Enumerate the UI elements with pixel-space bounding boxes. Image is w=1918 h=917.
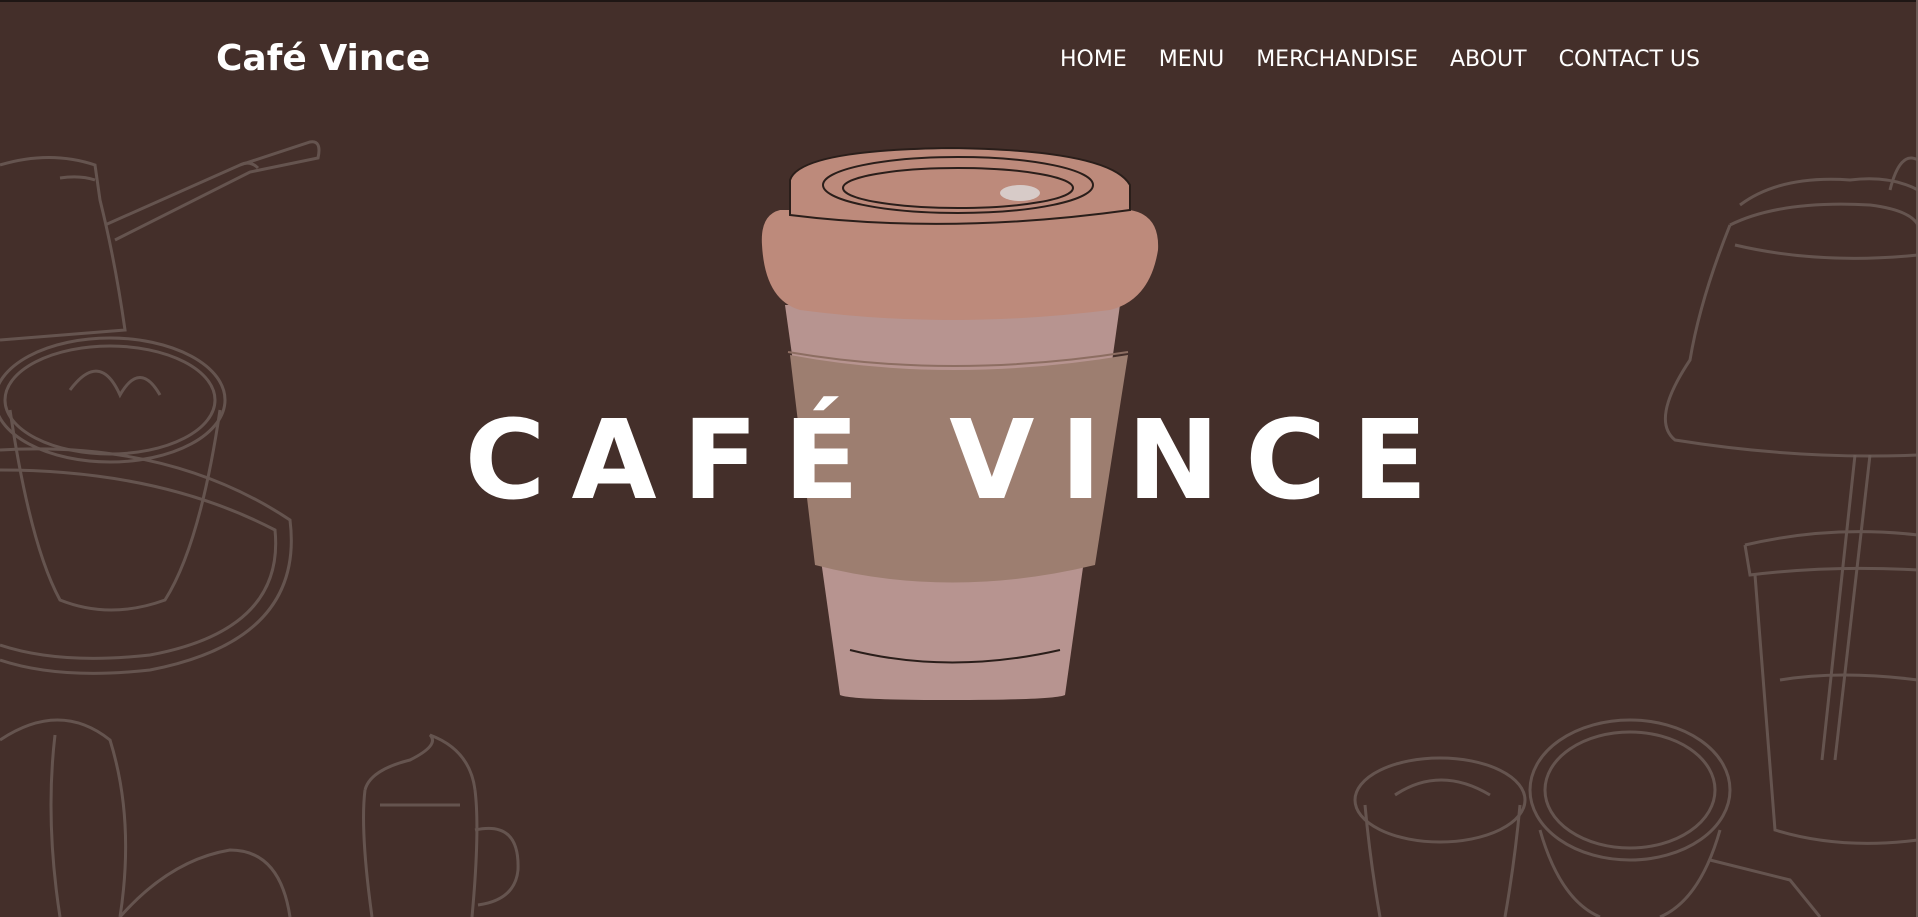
nav-item-home[interactable]: HOME — [1060, 47, 1127, 72]
coffee-cup-sketch-icon — [1353, 718, 1822, 917]
nav-item-contact-us[interactable]: CONTACT US — [1559, 47, 1700, 72]
hero-title: CAFÉ VINCE — [464, 396, 1454, 524]
nav-item-menu[interactable]: MENU — [1159, 47, 1224, 72]
nav-item-about[interactable]: ABOUT — [1450, 47, 1527, 72]
coffee-bean-sketch-icon — [0, 718, 292, 917]
brand-logo[interactable]: Café Vince — [216, 38, 430, 79]
iced-coffee-glass-sketch-icon — [362, 733, 520, 917]
turkish-coffee-pot-sketch-icon — [0, 140, 321, 342]
nav-item-merchandise[interactable]: MERCHANDISE — [1256, 47, 1418, 72]
main-nav: HOME MENU MERCHANDISE ABOUT CONTACT US — [1060, 47, 1700, 72]
